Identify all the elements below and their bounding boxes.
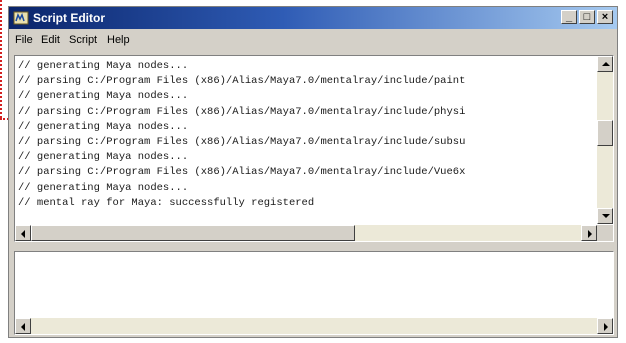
horizontal-scroll-thumb[interactable] — [31, 225, 355, 241]
vertical-scroll-thumb[interactable] — [597, 120, 613, 146]
scroll-right-button[interactable] — [597, 318, 613, 334]
output-line: // generating Maya nodes... — [18, 120, 189, 133]
menu-help[interactable]: Help — [107, 34, 130, 46]
output-line: // parsing C:/Program Files (x86)/Alias/… — [18, 75, 466, 88]
maya-script-icon — [13, 11, 29, 25]
output-line: // parsing C:/Program Files (x86)/Alias/… — [18, 166, 466, 179]
output-line: // generating Maya nodes... — [18, 151, 189, 164]
output-line: // mental ray for Maya: successfully reg… — [18, 196, 315, 209]
scroll-left-button[interactable] — [15, 318, 31, 334]
title-bar[interactable]: Script Editor _ □ × — [9, 7, 617, 29]
menu-edit[interactable]: Edit — [41, 34, 60, 46]
scroll-down-button[interactable] — [597, 208, 613, 224]
maximize-button[interactable]: □ — [579, 10, 595, 24]
scrollbar-corner — [597, 225, 613, 241]
scroll-left-button[interactable] — [15, 225, 31, 241]
scroll-right-button[interactable] — [581, 225, 597, 241]
window-title: Script Editor — [33, 11, 106, 25]
input-horizontal-scrollbar[interactable] — [15, 318, 613, 334]
menu-file[interactable]: File — [15, 34, 33, 46]
history-horizontal-scrollbar[interactable] — [15, 225, 597, 241]
arrow-left-icon — [21, 230, 25, 238]
history-vertical-scrollbar[interactable] — [597, 56, 613, 224]
callout-line-vertical — [0, 0, 2, 118]
scroll-up-button[interactable] — [597, 56, 613, 72]
output-line: // parsing C:/Program Files (x86)/Alias/… — [18, 105, 466, 118]
arrow-left-icon — [21, 323, 25, 331]
history-pane[interactable]: // generating Maya nodes... // parsing C… — [14, 55, 614, 242]
close-button[interactable]: × — [597, 10, 613, 24]
menu-bar: File Edit Script Help — [9, 31, 617, 51]
history-output: // generating Maya nodes... // parsing C… — [18, 59, 596, 221]
menu-script[interactable]: Script — [69, 34, 97, 46]
arrow-right-icon — [588, 230, 592, 238]
output-line: // generating Maya nodes... — [18, 60, 189, 72]
input-pane[interactable] — [14, 251, 614, 335]
output-line: // parsing C:/Program Files (x86)/Alias/… — [18, 136, 466, 149]
script-input-area[interactable] — [18, 255, 610, 315]
arrow-down-icon — [602, 214, 610, 218]
arrow-right-icon — [604, 323, 608, 331]
script-editor-window: Script Editor _ □ × File Edit Script Hel… — [8, 6, 618, 338]
output-line: // generating Maya nodes... — [18, 181, 189, 194]
arrow-up-icon — [602, 62, 610, 66]
minimize-button[interactable]: _ — [561, 10, 577, 24]
output-line: // generating Maya nodes... — [18, 90, 189, 103]
